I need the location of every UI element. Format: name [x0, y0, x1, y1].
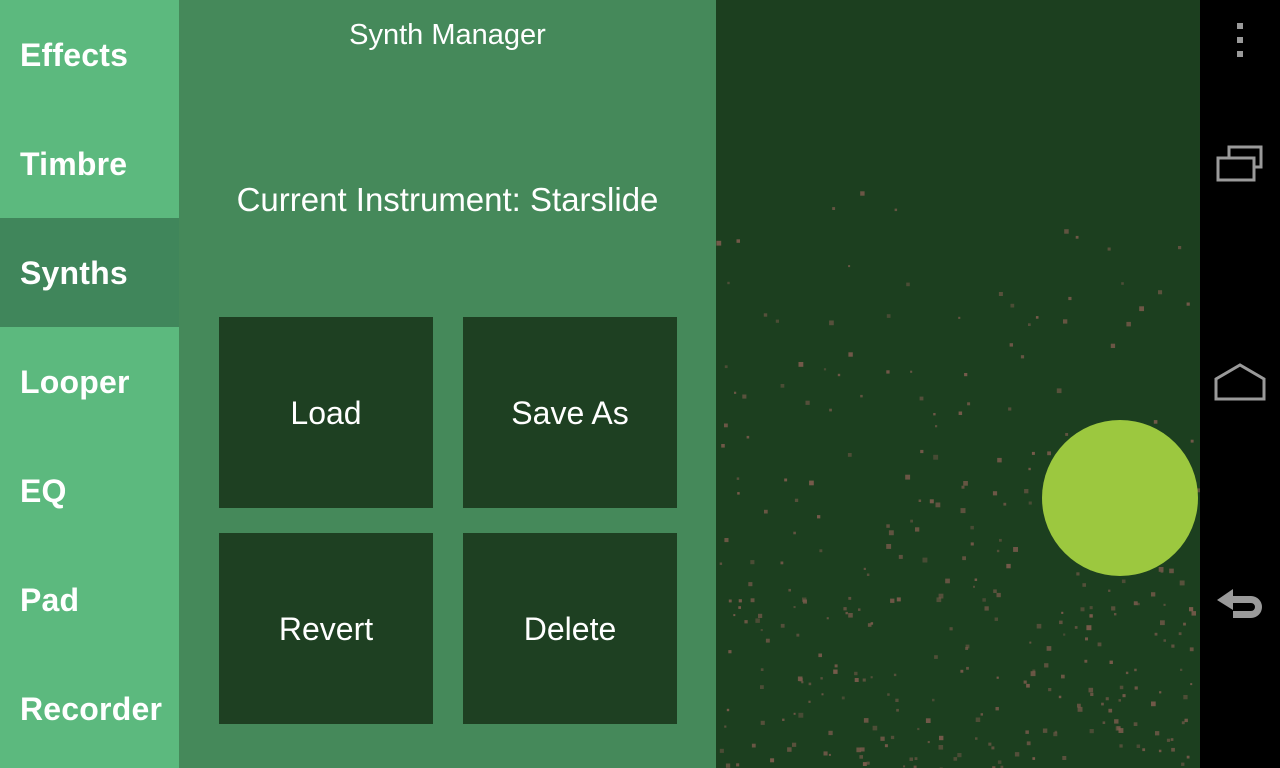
action-button-grid: Load Save As Revert Delete — [219, 317, 677, 724]
sidebar-item-synths[interactable]: Synths — [0, 218, 179, 327]
sidebar-item-label: Recorder — [20, 690, 163, 727]
visualizer-panel[interactable] — [716, 0, 1200, 768]
sidebar-item-label: Effects — [20, 36, 129, 73]
particle-field — [716, 191, 1200, 768]
sidebar: Effects Timbre Synths Looper EQ Pad Recorder — [0, 0, 179, 768]
sidebar-item-pad[interactable]: Pad — [0, 545, 179, 654]
app-root: Effects Timbre Synths Looper EQ Pad Recorder S… — [0, 0, 1280, 768]
visualizer-blob — [1042, 420, 1198, 576]
sidebar-item-label: Synths — [20, 254, 128, 291]
revert-button[interactable]: Revert — [219, 533, 433, 724]
back-button[interactable] — [1200, 565, 1280, 645]
home-button[interactable] — [1200, 342, 1280, 422]
sidebar-item-label: Pad — [20, 581, 80, 618]
recents-icon — [1216, 145, 1263, 182]
home-icon — [1214, 363, 1266, 401]
sidebar-item-looper[interactable]: Looper — [0, 327, 179, 436]
overflow-menu-icon — [1237, 19, 1243, 61]
sidebar-item-eq[interactable]: EQ — [0, 436, 179, 545]
android-navigation-bar — [1200, 0, 1280, 768]
load-button[interactable]: Load — [219, 317, 433, 508]
revert-button-label: Revert — [278, 610, 374, 647]
delete-button[interactable]: Delete — [463, 533, 677, 724]
save-as-button[interactable]: Save As — [463, 317, 677, 508]
sidebar-item-recorder[interactable]: Recorder — [0, 654, 179, 763]
sidebar-item-label: Looper — [20, 363, 130, 400]
sidebar-item-label: EQ — [20, 472, 67, 509]
delete-button-label: Delete — [523, 610, 617, 647]
page-title: Synth Manager — [349, 19, 546, 51]
save-as-button-label: Save As — [511, 394, 629, 431]
current-instrument-label: Current Instrument: Starslide — [236, 181, 659, 218]
sidebar-item-timbre[interactable]: Timbre — [0, 109, 179, 218]
back-icon — [1217, 589, 1262, 618]
overflow-menu-button[interactable] — [1200, 0, 1280, 80]
synth-manager-panel: Synth Manager Current Instrument: Starsl… — [179, 0, 716, 768]
load-button-label: Load — [290, 394, 362, 431]
sidebar-item-label: Timbre — [20, 145, 128, 182]
recents-button[interactable] — [1200, 125, 1280, 205]
sidebar-item-effects[interactable]: Effects — [0, 0, 179, 109]
